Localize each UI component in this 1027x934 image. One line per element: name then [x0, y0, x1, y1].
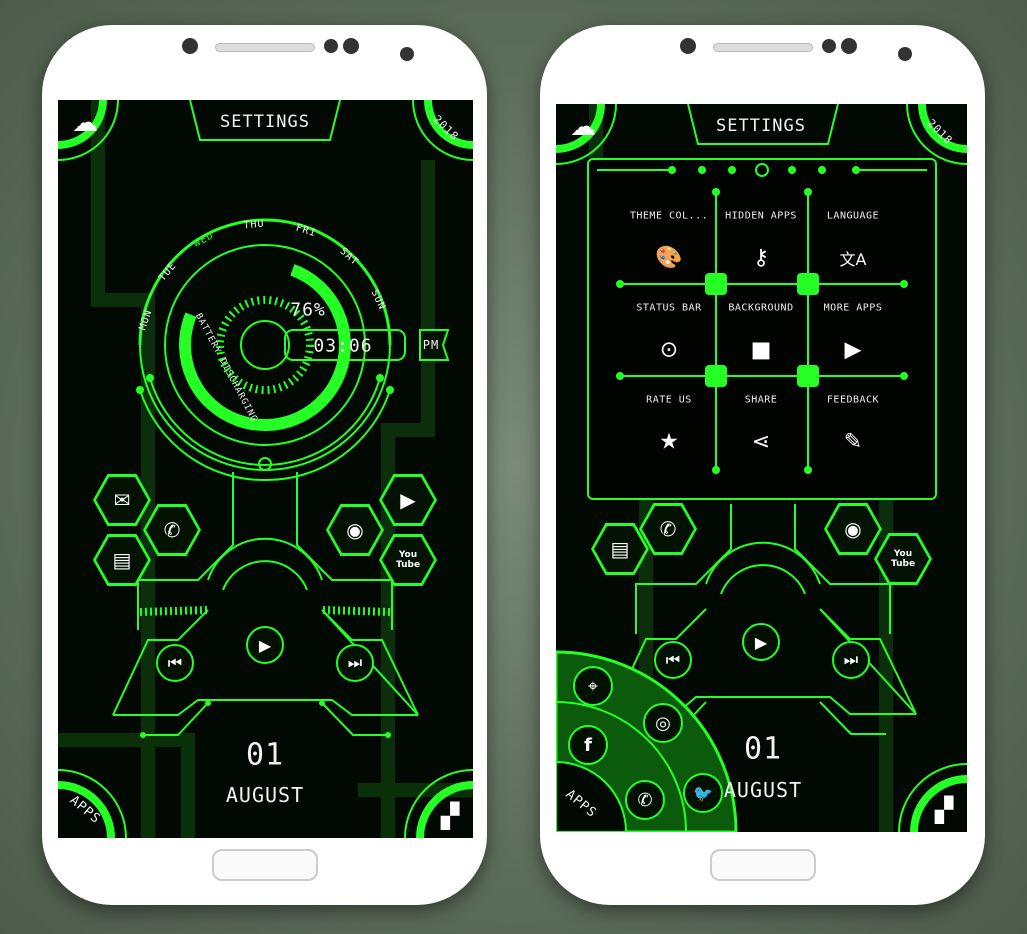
settings-item-label: RATE US: [646, 394, 692, 406]
clock-time[interactable]: 03:06: [313, 336, 372, 357]
sensor: [400, 47, 414, 61]
facebook-button[interactable]: f: [568, 725, 608, 765]
date-day: 01: [743, 731, 783, 767]
star-icon: ★: [659, 429, 679, 455]
clock-ampm: PM: [422, 338, 440, 352]
settings-item-label: THEME COL...: [629, 210, 709, 222]
home-button[interactable]: [709, 849, 816, 881]
maps-button[interactable]: ⌖: [573, 666, 613, 706]
day-thu: THU: [243, 218, 265, 232]
sensor: [841, 38, 857, 54]
settings-item-label: SHARE: [744, 394, 778, 406]
more-apps-icon: ▶: [844, 337, 862, 363]
message-icon: ▤: [610, 537, 630, 561]
cloud-icon[interactable]: ☁: [570, 112, 596, 142]
date-month: AUGUST: [225, 783, 305, 807]
previous-button[interactable]: ⏮: [156, 644, 194, 682]
sensor: [898, 47, 912, 61]
launcher-screen: SETTINGS ☁ 2018 ▤ ✆ ◉ You Tube ⏮ ▶ ⏭ 01 A…: [556, 104, 967, 832]
play-button[interactable]: ▶: [742, 623, 780, 661]
youtube-you: You: [893, 549, 913, 559]
youtube-tube: Tube: [890, 559, 916, 569]
launcher-screen: SETTINGS ☁ 2018 MON TUE WED THU FRI SAT …: [58, 100, 473, 838]
background-icon: ■: [750, 337, 772, 363]
battery-percent: 76%: [290, 299, 326, 321]
youtube-icon: You Tube: [891, 549, 915, 569]
settings-tab[interactable]: SETTINGS: [716, 116, 806, 136]
date-month: AUGUST: [723, 778, 803, 802]
previous-button[interactable]: ⏮: [654, 641, 692, 679]
settings-item-label: FEEDBACK: [826, 394, 880, 406]
translate-icon: 文A: [839, 250, 867, 269]
sensor: [324, 39, 338, 53]
youtube-you: You: [398, 550, 418, 560]
key-icon: ⚷: [752, 245, 770, 271]
message-icon: ▤: [112, 548, 132, 572]
play-button[interactable]: ▶: [246, 626, 284, 664]
home-button[interactable]: [211, 849, 318, 881]
speaker: [214, 43, 315, 52]
settings-item-label: STATUS BAR: [636, 302, 702, 314]
next-button[interactable]: ⏭: [336, 644, 374, 682]
speaker: [712, 43, 813, 52]
youtube-tube: Tube: [395, 560, 421, 570]
youtube-icon: You Tube: [396, 550, 420, 570]
next-button[interactable]: ⏭: [832, 641, 870, 679]
chrome-icon: ◉: [844, 517, 862, 541]
phone-icon: ✆: [163, 518, 181, 542]
settings-item-label: HIDDEN APPS: [725, 210, 797, 222]
right-phone: SETTINGS ☁ 2018 ▤ ✆ ◉ You Tube ⏮ ▶ ⏭ 01 A…: [540, 25, 985, 905]
phone-icon: ✆: [659, 517, 677, 541]
date-day: 01: [245, 737, 285, 773]
sensor: [822, 39, 836, 53]
sensor: [343, 38, 359, 54]
settings-panel: THEME COL... 🎨 HIDDEN APPS ⚷ LANGUAGE 文A STATU…: [587, 158, 937, 500]
store-icon: ▶: [400, 488, 416, 512]
settings-tab[interactable]: SETTINGS: [220, 112, 310, 132]
share-icon: ⋖: [751, 429, 771, 455]
camera: [182, 38, 198, 54]
widgets-icon[interactable]: ▞: [935, 796, 953, 824]
chrome-icon: ◉: [346, 518, 364, 542]
widgets-icon[interactable]: ▞: [441, 802, 459, 830]
settings-item-label: BACKGROUND: [728, 302, 794, 314]
feedback-icon: ✎: [843, 429, 863, 455]
whatsapp-button[interactable]: ✆: [625, 780, 665, 820]
settings-item-label: LANGUAGE: [826, 210, 880, 222]
palette-icon: 🎨: [655, 245, 683, 271]
toggle-icon: ⊙: [659, 337, 679, 363]
camera: [680, 38, 696, 54]
twitter-button[interactable]: 🐦: [683, 773, 723, 813]
circuit-background: [58, 100, 473, 838]
settings-item-label: MORE APPS: [823, 302, 883, 314]
mail-icon: ✉: [113, 488, 131, 512]
left-phone: SETTINGS ☁ 2018 MON TUE WED THU FRI SAT …: [42, 25, 487, 905]
cloud-icon[interactable]: ☁: [72, 108, 98, 138]
instagram-button[interactable]: ◎: [643, 703, 683, 743]
